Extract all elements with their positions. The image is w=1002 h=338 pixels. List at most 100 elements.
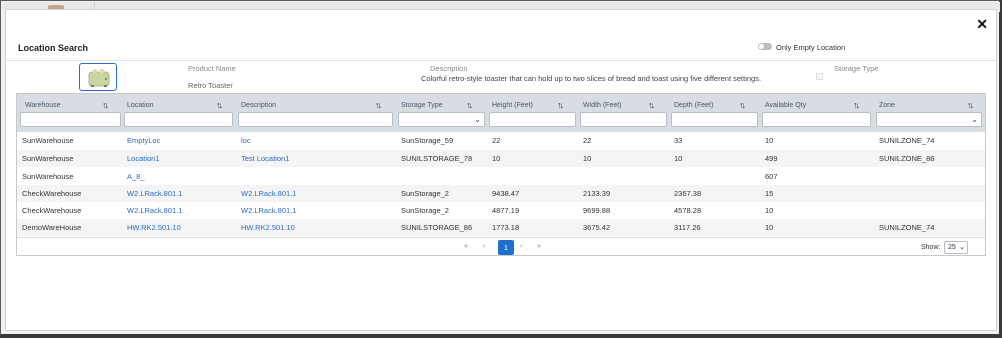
sort-icon[interactable]: ↑↓ <box>102 100 109 110</box>
cell-depth: 4578.28 <box>674 206 702 215</box>
storage-type-checkbox[interactable] <box>816 73 823 80</box>
cell-depth: 3117.26 <box>674 223 701 232</box>
page-size-label: Show: <box>921 244 941 251</box>
next-page-button[interactable]: › <box>520 243 522 250</box>
sort-icon[interactable]: ↑↓ <box>967 100 974 110</box>
cell-available-qty: 10 <box>765 206 774 215</box>
chevron-down-icon[interactable]: ⌄ <box>474 115 481 124</box>
description-label: Description <box>430 64 468 73</box>
cell-location-link[interactable]: HW.RK2.501.10 <box>127 223 181 232</box>
sort-icon[interactable]: ↑↓ <box>466 100 473 110</box>
chevron-down-icon[interactable]: ⌄ <box>959 242 965 253</box>
cell-warehouse: SunWarehouse <box>22 172 74 181</box>
last-page-button[interactable]: » <box>537 243 541 250</box>
cell-width: 10 <box>583 154 592 163</box>
filter-width[interactable] <box>580 112 667 127</box>
table-row[interactable]: CheckWarehouse W2.LRack.801.1 W2.LRack.8… <box>17 185 985 202</box>
column-header-height[interactable]: Height (Feet) <box>492 102 533 109</box>
close-icon[interactable]: ✕ <box>976 16 988 33</box>
cell-location-link[interactable]: Location1 <box>127 154 160 163</box>
cell-description-link[interactable]: HW.RK2.501.10 <box>241 223 295 232</box>
cell-description-link[interactable]: loc <box>241 136 251 145</box>
cell-zone: SUNILZONE_86 <box>879 154 935 163</box>
sort-icon[interactable]: ↑↓ <box>216 100 223 110</box>
cell-width: 9699.88 <box>583 206 611 215</box>
table-row[interactable]: DemoWareHouse HW.RK2.501.10 HW.RK2.501.1… <box>17 219 985 236</box>
current-page-button[interactable]: 1 <box>498 240 514 255</box>
cell-available-qty: 15 <box>765 189 774 198</box>
cell-height: 22 <box>492 136 501 145</box>
column-header-width[interactable]: Width (Feet) <box>583 102 622 109</box>
cell-height: 4877.19 <box>492 206 520 215</box>
cell-depth: 2367.38 <box>674 189 702 198</box>
column-header-depth[interactable]: Depth (Feet) <box>674 102 713 109</box>
cell-width: 3675.42 <box>583 223 611 232</box>
cell-warehouse: SunWarehouse <box>22 136 74 145</box>
cell-storage-type: SUNILSTORAGE_86 <box>401 223 473 232</box>
header-divider <box>6 60 996 61</box>
sort-icon[interactable]: ↑↓ <box>853 100 860 110</box>
column-header-available-qty[interactable]: Available Qty <box>765 102 806 109</box>
filter-height[interactable] <box>489 112 576 127</box>
cell-warehouse: SunWarehouse <box>22 154 74 163</box>
cell-height: 10 <box>492 154 501 163</box>
sort-icon[interactable]: ↑↓ <box>739 100 746 110</box>
cell-warehouse: CheckWarehouse <box>22 189 82 198</box>
cell-storage-type: SunStorage_59 <box>401 136 454 145</box>
cell-description-link[interactable]: W2.LRack.801.1 <box>241 206 296 215</box>
cell-depth: 10 <box>674 154 683 163</box>
filter-storage-type[interactable]: ⌄ <box>398 112 485 127</box>
table-row[interactable]: SunWarehouse EmptyLoc loc SunStorage_59 … <box>17 132 985 149</box>
cell-width: 2133.39 <box>583 189 611 198</box>
prev-page-button[interactable]: ‹ <box>483 243 485 250</box>
page-size-select[interactable]: 25 ⌄ <box>944 241 968 254</box>
only-empty-location-label: Only Empty Location <box>776 43 846 52</box>
cell-available-qty: 607 <box>765 172 778 181</box>
cell-location-link[interactable]: EmptyLoc <box>127 136 160 145</box>
cell-location-link[interactable]: A_8_ <box>127 172 145 181</box>
cell-location-link[interactable]: W2.LRack.801.1 <box>127 206 182 215</box>
cell-storage-type: SunStorage_2 <box>401 189 449 198</box>
cell-warehouse: DemoWareHouse <box>22 223 82 232</box>
filter-location[interactable] <box>124 112 233 127</box>
filter-available-qty[interactable] <box>762 112 871 127</box>
first-page-button[interactable]: « <box>464 243 468 250</box>
chevron-down-icon[interactable]: ⌄ <box>971 115 978 124</box>
cell-width: 22 <box>583 136 592 145</box>
grid-header: Warehouse ↑↓ Location ↑↓ Description ↑↓ … <box>17 94 985 132</box>
column-header-warehouse[interactable]: Warehouse <box>25 102 61 109</box>
table-row[interactable]: SunWarehouse A_8_ 607 <box>17 168 985 185</box>
product-name-label: Product Name <box>188 64 236 73</box>
cell-available-qty: 499 <box>765 154 778 163</box>
sort-icon[interactable]: ↑↓ <box>648 100 655 110</box>
description-value: Colorful retro-style toaster that can ho… <box>421 74 762 83</box>
cell-description-link[interactable]: Test Location1 <box>241 154 289 163</box>
cell-location-link[interactable]: W2.LRack.801.1 <box>127 189 182 198</box>
page-size-value: 25 <box>948 244 956 251</box>
column-header-location[interactable]: Location <box>127 102 153 109</box>
product-image <box>79 63 117 91</box>
cell-height: 9438.47 <box>492 189 520 198</box>
cell-zone: SUNILZONE_74 <box>879 223 935 232</box>
filter-depth[interactable] <box>671 112 758 127</box>
window-frame: ✕ Location Search Only Empty Location Pr… <box>0 0 1002 338</box>
cell-warehouse: CheckWarehouse <box>22 206 82 215</box>
table-row[interactable]: SunWarehouse Location1 Test Location1 SU… <box>17 150 985 167</box>
storage-type-label: Storage Type <box>834 64 879 73</box>
cell-depth: 33 <box>674 136 683 145</box>
only-empty-location-toggle[interactable] <box>758 43 772 50</box>
location-search-modal: ✕ Location Search Only Empty Location Pr… <box>5 9 997 331</box>
cell-storage-type: SunStorage_2 <box>401 206 449 215</box>
toaster-icon <box>88 69 110 87</box>
cell-description-link[interactable]: W2.LRack.801.1 <box>241 189 296 198</box>
filter-warehouse[interactable] <box>20 112 121 127</box>
sort-icon[interactable]: ↑↓ <box>375 100 382 110</box>
filter-zone[interactable]: ⌄ <box>876 112 982 127</box>
filter-description[interactable] <box>238 112 393 127</box>
column-header-storage-type[interactable]: Storage Type <box>401 102 443 109</box>
location-grid: Warehouse ↑↓ Location ↑↓ Description ↑↓ … <box>16 93 986 256</box>
column-header-zone[interactable]: Zone <box>879 102 895 109</box>
sort-icon[interactable]: ↑↓ <box>557 100 564 110</box>
column-header-description[interactable]: Description <box>241 102 276 109</box>
table-row[interactable]: CheckWarehouse W2.LRack.801.1 W2.LRack.8… <box>17 202 985 219</box>
